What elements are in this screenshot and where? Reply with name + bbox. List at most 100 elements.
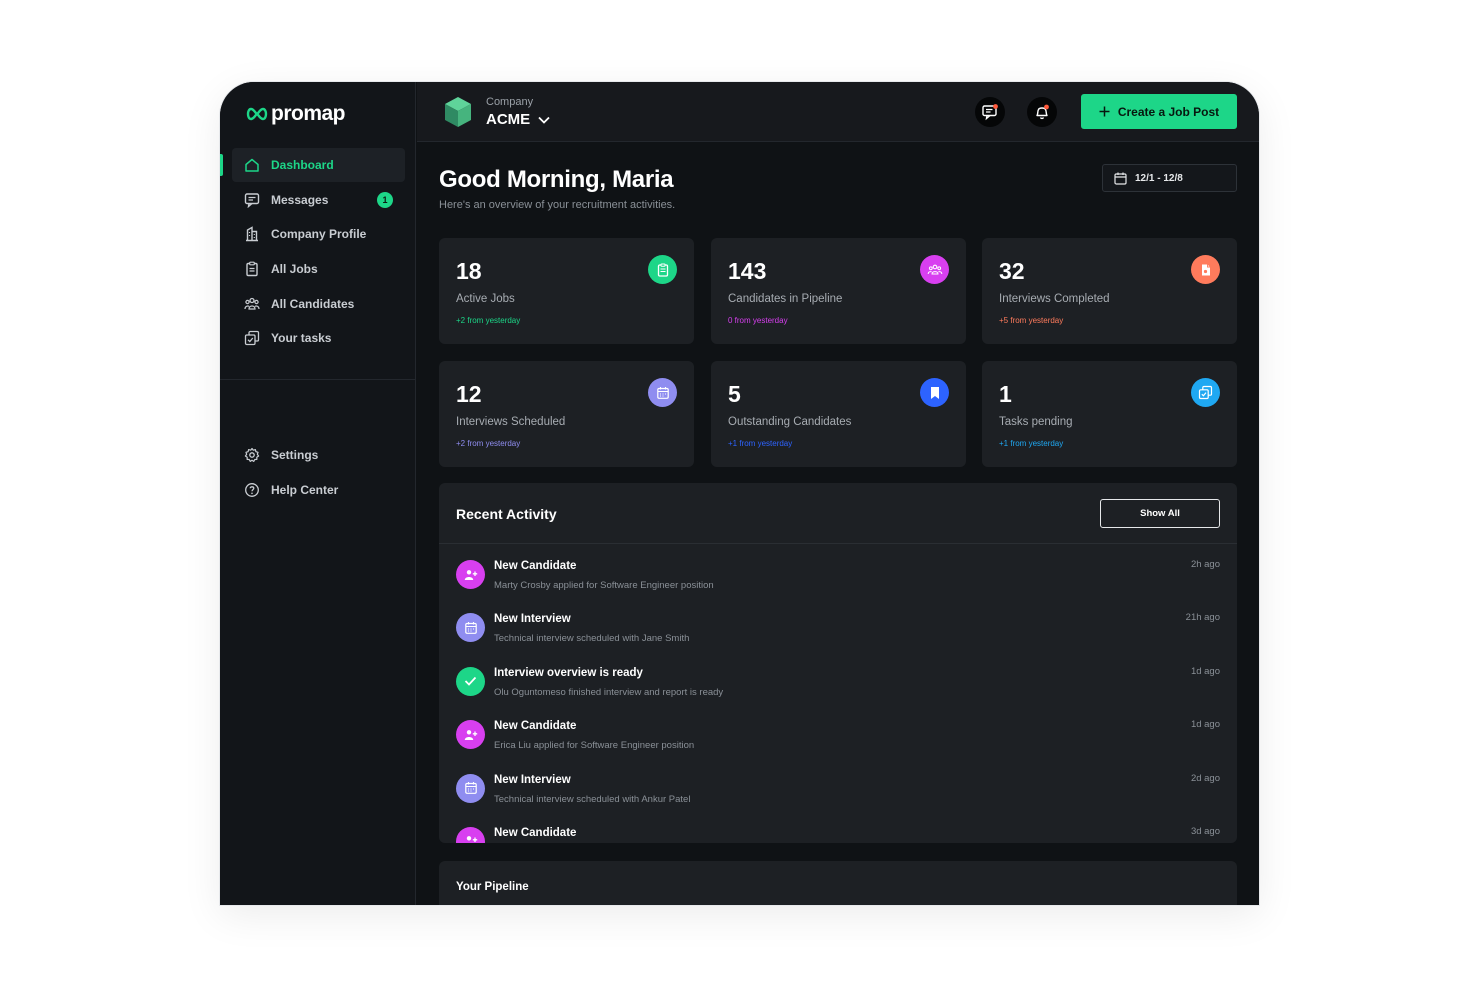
pipeline-title: Your Pipeline — [456, 881, 529, 893]
notifications-button[interactable] — [1027, 97, 1057, 127]
list-item[interactable]: New Interview Technical interview schedu… — [439, 596, 1237, 649]
activity-description: Technical interview scheduled with Jane … — [494, 633, 690, 645]
stat-value: 18 — [456, 258, 482, 284]
activity-title: New Candidate — [494, 560, 577, 572]
stat-card-interviews-completed[interactable]: 32 Interviews Completed +5 from yesterda… — [982, 238, 1237, 344]
building-icon — [244, 226, 260, 242]
sidebar-item-messages[interactable]: Messages 1 — [232, 183, 405, 217]
pipeline-panel: Your Pipeline — [439, 861, 1237, 905]
document-icon — [1191, 255, 1220, 284]
help-icon — [244, 482, 260, 498]
page-subtitle: Here's an overview of your recruitment a… — [439, 199, 676, 211]
sidebar-item-label: Your tasks — [271, 331, 332, 346]
activity-description: Marty Crosby applied for Software Engine… — [494, 580, 714, 591]
sidebar-item-label: All Jobs — [271, 262, 318, 277]
app-window: promap Dashboard Messages 1 Company Prof… — [220, 82, 1259, 905]
activity-title: New Interview — [494, 613, 571, 626]
chat-notification-icon — [982, 104, 998, 121]
company-name: ACME — [486, 111, 531, 128]
sidebar-item-label: Help Center — [271, 482, 339, 497]
stat-label: Active Jobs — [456, 293, 515, 305]
sidebar-item-settings[interactable]: Settings — [232, 438, 405, 472]
stat-delta: +2 from yesterday — [456, 316, 521, 325]
activity-time: 2h ago — [1190, 559, 1220, 570]
stat-delta: +1 from yesterday — [728, 439, 793, 448]
activity-title: New Interview — [494, 773, 571, 786]
tasks-icon — [1191, 378, 1220, 407]
company-label: Company — [486, 96, 534, 108]
list-item[interactable]: New Candidate Erica Liu applied for Soft… — [439, 703, 1237, 756]
stat-delta: +5 from yesterday — [999, 316, 1064, 325]
stat-delta: +2 from yesterday — [456, 439, 521, 448]
activity-title: Interview overview is ready — [494, 666, 643, 679]
sidebar-item-label: Settings — [271, 448, 319, 462]
stat-value: 32 — [999, 258, 1025, 284]
activity-time: 1d ago — [1190, 719, 1220, 731]
calendar-icon — [456, 773, 485, 803]
clipboard-icon — [244, 261, 260, 277]
stat-card-active-jobs[interactable]: 18 Active Jobs +2 from yesterday — [439, 238, 694, 344]
recent-activity-title: Recent Activity — [456, 506, 557, 522]
clipboard-icon — [648, 255, 677, 284]
stat-label: Interviews Completed — [999, 293, 1110, 305]
stat-value: 5 — [728, 381, 741, 407]
sidebar-item-company-profile[interactable]: Company Profile — [232, 217, 405, 251]
user-plus-icon — [456, 720, 485, 750]
stat-card-candidates-in-pipeline[interactable]: 143 Candidates in Pipeline 0 from yester… — [711, 238, 966, 344]
activity-time: 21h ago — [1185, 612, 1220, 624]
gear-icon — [244, 447, 260, 463]
activity-time: 2d ago — [1190, 772, 1220, 784]
activity-time: 1d ago — [1190, 665, 1220, 677]
brand-logo[interactable]: promap — [245, 102, 346, 126]
stat-delta: 0 from yesterday — [728, 316, 788, 325]
list-item[interactable]: New Candidate 3d ago — [439, 810, 1237, 843]
stat-delta: +1 from yesterday — [999, 439, 1064, 448]
list-item[interactable]: New Candidate Marty Crosby applied for S… — [439, 543, 1237, 596]
sidebar-item-label: Company Profile — [271, 227, 367, 242]
cube-icon — [443, 96, 473, 133]
messages-badge: 1 — [377, 191, 393, 208]
activity-description: Technical interview scheduled with Ankur… — [494, 793, 691, 805]
sidebar-divider — [220, 379, 416, 380]
stat-label: Candidates in Pipeline — [728, 293, 843, 305]
sidebar-item-all-candidates[interactable]: All Candidates — [232, 287, 405, 321]
list-item[interactable]: Interview overview is ready Olu Oguntome… — [439, 650, 1237, 703]
sidebar-item-dashboard[interactable]: Dashboard — [220, 148, 405, 182]
top-header: Company ACME Create a Job Post — [417, 82, 1259, 142]
infinity-icon — [246, 107, 268, 121]
sidebar-item-all-jobs[interactable]: All Jobs — [232, 252, 405, 286]
stat-card-tasks-pending[interactable]: 1 Tasks pending +1 from yesterday — [982, 361, 1237, 467]
stat-card-interviews-scheduled[interactable]: 12 Interviews Scheduled +2 from yesterda… — [439, 361, 694, 467]
recent-activity-panel: Recent Activity Show All New Candidate M… — [439, 483, 1237, 843]
create-job-post-button[interactable]: Create a Job Post — [1081, 94, 1237, 129]
group-icon — [920, 255, 949, 284]
stat-label: Interviews Scheduled — [456, 416, 566, 428]
messages-button[interactable] — [975, 97, 1005, 127]
chevron-down-icon — [538, 116, 550, 124]
users-icon — [244, 296, 260, 312]
bell-icon — [1036, 104, 1049, 120]
stat-value: 143 — [728, 258, 767, 284]
sidebar-item-help-center[interactable]: Help Center — [232, 473, 405, 507]
date-range-text: 12/1 - 12/8 — [1135, 172, 1183, 184]
calendar-icon — [1114, 172, 1127, 185]
user-plus-icon — [456, 826, 485, 843]
checkmark-icon — [456, 666, 485, 696]
company-switcher[interactable]: ACME — [486, 111, 550, 128]
sidebar-nav: Dashboard Messages 1 Company Profile All… — [220, 148, 405, 356]
date-range-picker[interactable]: 12/1 - 12/8 — [1102, 164, 1237, 192]
stat-value: 1 — [999, 381, 1012, 407]
user-plus-icon — [456, 560, 485, 589]
sidebar-item-label: All Candidates — [271, 296, 355, 311]
sidebar-item-your-tasks[interactable]: Your tasks — [232, 321, 405, 355]
stat-card-outstanding-candidates[interactable]: 5 Outstanding Candidates +1 from yesterd… — [711, 361, 966, 467]
page-title: Good Morning, Maria — [439, 166, 674, 193]
list-item[interactable]: New Interview Technical interview schedu… — [439, 757, 1237, 810]
activity-description: Olu Oguntomeso finished interview and re… — [494, 686, 724, 698]
stat-value: 12 — [456, 381, 482, 407]
activity-time: 3d ago — [1190, 825, 1220, 837]
activity-list: New Candidate Marty Crosby applied for S… — [439, 543, 1237, 843]
sidebar: promap Dashboard Messages 1 Company Prof… — [220, 82, 416, 905]
show-all-button[interactable]: Show All — [1100, 499, 1220, 528]
calendar-icon — [456, 613, 485, 643]
